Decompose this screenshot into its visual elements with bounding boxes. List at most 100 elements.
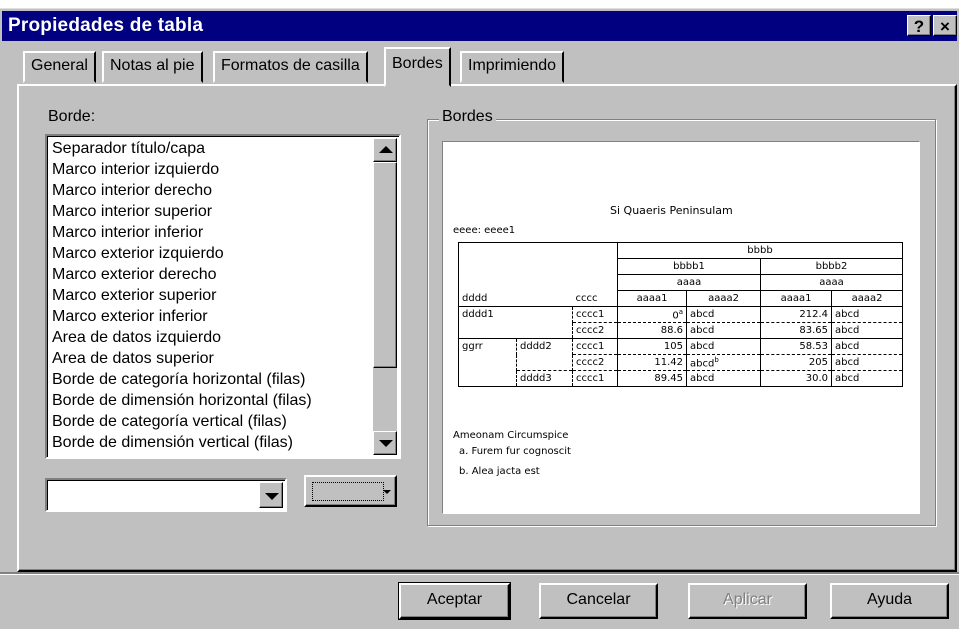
- border-list-item[interactable]: Marco interior superior: [52, 201, 312, 222]
- data-cell: abcd: [686, 322, 761, 339]
- title-bar[interactable]: Propiedades de tabla ? ×: [2, 11, 957, 41]
- data-cell: abcd: [831, 306, 903, 323]
- preview-layer: eeee: eeee1: [453, 225, 516, 236]
- corner-cell: [458, 258, 618, 275]
- border-list-item[interactable]: Separador título/capa: [52, 138, 312, 159]
- row-label: cccc1: [572, 306, 618, 323]
- arrow-up-icon: [379, 146, 393, 153]
- table-row: dddd3 cccc1 89.45 abcd 30.0 abcd: [458, 370, 903, 387]
- scroll-thumb[interactable]: [373, 162, 397, 368]
- leaf-header: aaaa2: [831, 290, 903, 307]
- border-list-item[interactable]: Marco exterior superior: [52, 285, 312, 306]
- data-cell: 88.6: [617, 322, 687, 339]
- border-list-item[interactable]: Borde de categoría horizontal (filas): [52, 369, 312, 390]
- row-label: [458, 354, 517, 371]
- data-cell: 11.42: [617, 354, 687, 371]
- cancel-button[interactable]: Cancelar: [539, 583, 658, 619]
- row-label: dddd2: [516, 338, 573, 355]
- row-label: ggrr: [458, 338, 517, 355]
- data-cell: 0a: [617, 306, 687, 323]
- bordes-group-label: Bordes: [439, 108, 496, 126]
- corner-cell: [458, 242, 618, 259]
- border-list-item[interactable]: Borde de categoría vertical (filas): [52, 411, 312, 432]
- border-list-item[interactable]: Marco interior inferior: [52, 222, 312, 243]
- data-cell: 105: [617, 338, 687, 355]
- preview-footnote: b. Alea jacta est: [459, 466, 540, 477]
- close-title-button[interactable]: ×: [933, 15, 957, 36]
- border-list-item[interactable]: Marco exterior izquierdo: [52, 243, 312, 264]
- data-cell: abcd: [831, 370, 903, 387]
- data-cell: 58.53: [760, 338, 832, 355]
- apply-button[interactable]: Aplicar: [688, 583, 807, 619]
- data-cell: abcd: [686, 338, 761, 355]
- border-style-select[interactable]: [45, 478, 287, 512]
- data-cell: abcd: [686, 370, 761, 387]
- tab-label: Formatos de casilla: [221, 57, 360, 74]
- data-cell: 83.65: [760, 322, 832, 339]
- arrow-down-icon: [379, 440, 393, 447]
- preview-table: bbbb bbbb1 bbbb2 aaaa aaaa dddd cccc aaa…: [458, 242, 903, 387]
- border-list-item[interactable]: Marco interior izquierdo: [52, 159, 312, 180]
- border-listbox[interactable]: Separador título/capa Marco interior izqu…: [45, 134, 401, 459]
- border-list-item[interactable]: Area de datos superior: [52, 348, 312, 369]
- border-list-item[interactable]: Marco exterior derecho: [52, 264, 312, 285]
- chevron-down-icon: [265, 493, 279, 500]
- border-list-item[interactable]: Marco interior derecho: [52, 180, 312, 201]
- table-preview[interactable]: Si Quaeris Peninsulam eeee: eeee1 bbbb b…: [442, 141, 920, 514]
- color-swatch: [312, 482, 384, 501]
- question-icon: ?: [913, 17, 925, 36]
- row-header-dddd: dddd: [458, 290, 573, 307]
- vertical-scrollbar[interactable]: [373, 138, 397, 455]
- row-label: cccc2: [572, 322, 618, 339]
- scroll-up-button[interactable]: [373, 138, 397, 162]
- preview-caption: Ameonam Circumspice: [453, 430, 569, 441]
- col-header-bbbb1: bbbb1: [617, 258, 761, 275]
- dropdown-button[interactable]: [259, 482, 283, 508]
- tab-label: Notas al pie: [110, 57, 195, 74]
- leaf-header: aaaa1: [617, 290, 687, 307]
- col-header-bbbb: bbbb: [617, 242, 903, 259]
- table-row: ggrr dddd2 cccc1 105 abcd 58.53 abcd: [458, 338, 903, 355]
- border-color-select[interactable]: [304, 475, 397, 507]
- data-cell: abcdb: [686, 354, 761, 371]
- data-cell: 212.4: [760, 306, 832, 323]
- leaf-header: aaaa1: [760, 290, 832, 307]
- button-separator: [0, 572, 959, 575]
- data-cell: abcd: [831, 338, 903, 355]
- tab-imprimiendo[interactable]: Imprimiendo: [460, 51, 565, 83]
- border-list-item[interactable]: Borde de dimensión horizontal (filas): [52, 390, 312, 411]
- data-cell: abcd: [686, 306, 761, 323]
- col-header-aaaa: aaaa: [617, 274, 761, 291]
- border-list-item[interactable]: Borde de dimensión vertical (filas): [52, 432, 312, 453]
- data-cell: abcd: [831, 354, 903, 371]
- table-row: dddd1 cccc1 0a abcd 212.4 abcd: [458, 306, 903, 323]
- ok-button[interactable]: Aceptar: [398, 582, 511, 620]
- help-button[interactable]: Ayuda: [830, 583, 949, 619]
- row-label: dddd1: [458, 306, 573, 323]
- row-label: cccc1: [572, 370, 618, 387]
- tab-formatos-de-casilla[interactable]: Formatos de casilla: [213, 51, 368, 83]
- corner-cell: [458, 274, 618, 291]
- border-list-items: Separador título/capa Marco interior izqu…: [52, 138, 312, 453]
- border-list-item[interactable]: Marco exterior inferior: [52, 306, 312, 327]
- close-icon: ×: [940, 17, 950, 36]
- col-header-bbbb2: bbbb2: [760, 258, 903, 275]
- tab-label: General: [31, 57, 88, 74]
- row-label: dddd3: [516, 370, 573, 387]
- data-cell: 205: [760, 354, 832, 371]
- scroll-down-button[interactable]: [373, 431, 397, 455]
- preview-footnote: a. Furem fur cognoscit: [459, 446, 571, 457]
- preview-title: Si Quaeris Peninsulam: [610, 204, 733, 217]
- tab-bordes[interactable]: Bordes: [384, 47, 451, 87]
- tab-notas-al-pie[interactable]: Notas al pie: [102, 51, 203, 83]
- row-header-cccc: cccc: [572, 290, 618, 307]
- row-label: cccc1: [572, 338, 618, 355]
- data-cell: 89.45: [617, 370, 687, 387]
- help-title-button[interactable]: ?: [907, 15, 931, 36]
- table-row: cccc2 11.42 abcdb 205 abcd: [458, 354, 903, 371]
- row-label: cccc2: [572, 354, 618, 371]
- leaf-header: aaaa2: [686, 290, 761, 307]
- data-cell: 30.0: [760, 370, 832, 387]
- border-list-item[interactable]: Area de datos izquierdo: [52, 327, 312, 348]
- tab-general[interactable]: General: [23, 51, 96, 83]
